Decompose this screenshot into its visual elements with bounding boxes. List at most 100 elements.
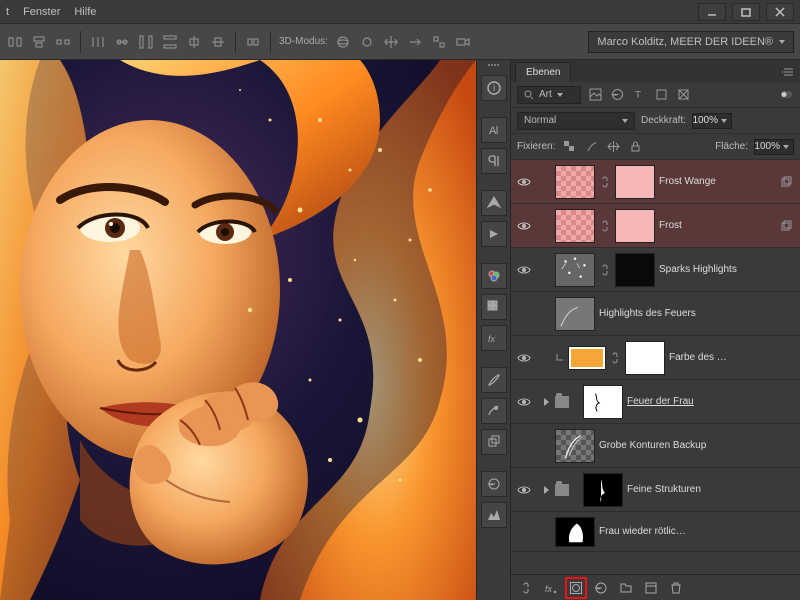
mask-thumbnail[interactable] <box>583 473 623 507</box>
distribute-icon[interactable] <box>209 33 227 51</box>
add-mask-icon[interactable] <box>567 579 585 597</box>
new-adjustment-icon[interactable] <box>592 579 610 597</box>
lock-position-icon[interactable] <box>605 139 621 155</box>
clone-source-panel-icon[interactable] <box>481 429 507 455</box>
mask-thumbnail[interactable] <box>555 517 595 547</box>
link-layers-icon[interactable] <box>517 579 535 597</box>
layer-name[interactable]: Highlights des Feuers <box>599 308 794 319</box>
3d-pan-icon[interactable] <box>382 33 400 51</box>
lock-pixels-icon[interactable] <box>583 139 599 155</box>
brush-presets-panel-icon[interactable] <box>481 398 507 424</box>
mask-link-icon[interactable] <box>599 263 611 277</box>
distribute-icon[interactable] <box>89 33 107 51</box>
distribute-icon[interactable] <box>137 33 155 51</box>
expand-arrow[interactable] <box>541 486 551 494</box>
distribute-icon[interactable] <box>161 33 179 51</box>
layer-name[interactable]: Grobe Konturen Backup <box>599 440 794 451</box>
layer-name[interactable]: Feine Strukturen <box>627 484 794 495</box>
layer-row[interactable]: Frost <box>511 204 800 248</box>
paragraph-panel-icon[interactable] <box>481 148 507 174</box>
mask-thumbnail[interactable] <box>625 341 665 375</box>
expand-arrow[interactable] <box>541 398 551 406</box>
histogram-panel-icon[interactable] <box>481 502 507 528</box>
layer-row[interactable]: Feine Strukturen <box>511 468 800 512</box>
character-panel-icon[interactable]: A <box>481 117 507 143</box>
panel-strip-grip[interactable] <box>480 64 508 70</box>
panel-tab-layers[interactable]: Ebenen <box>515 62 571 82</box>
adjustments-panel-icon[interactable] <box>481 471 507 497</box>
brush-panel-icon[interactable] <box>481 367 507 393</box>
layer-thumbnail[interactable] <box>555 209 595 243</box>
layer-thumbnail[interactable] <box>555 253 595 287</box>
layer-thumbnail[interactable] <box>555 165 595 199</box>
mask-link-icon[interactable] <box>609 351 621 365</box>
layer-row[interactable]: Frost Wange <box>511 160 800 204</box>
3d-camera-icon[interactable] <box>454 33 472 51</box>
layer-row[interactable]: Frau wieder rötlic… <box>511 512 800 552</box>
mask-thumbnail[interactable] <box>615 209 655 243</box>
mask-thumbnail[interactable] <box>583 385 623 419</box>
visibility-toggle[interactable] <box>511 353 537 363</box>
styles-panel-icon[interactable]: fx <box>481 325 507 351</box>
layer-name[interactable]: Frost <box>659 220 776 231</box>
distribute-icon[interactable] <box>113 33 131 51</box>
color-panel-icon[interactable] <box>481 263 507 289</box>
layer-thumbnail[interactable] <box>555 429 595 463</box>
swatches-panel-icon[interactable] <box>481 294 507 320</box>
delete-layer-icon[interactable] <box>667 579 685 597</box>
visibility-toggle[interactable] <box>511 177 537 187</box>
align-icon[interactable] <box>30 33 48 51</box>
visibility-toggle[interactable] <box>511 397 537 407</box>
filter-toggle-switch[interactable] <box>778 87 794 103</box>
3d-roll-icon[interactable] <box>358 33 376 51</box>
layer-row[interactable]: Feuer der Frau <box>511 380 800 424</box>
filter-type-icon[interactable]: T <box>631 87 647 103</box>
fill-thumbnail[interactable] <box>569 347 605 369</box>
layer-name[interactable]: Feuer der Frau <box>627 396 794 407</box>
new-group-icon[interactable] <box>617 579 635 597</box>
layer-name[interactable]: Farbe des … <box>669 352 794 363</box>
layer-name[interactable]: Frost Wange <box>659 176 776 187</box>
visibility-toggle[interactable] <box>511 265 537 275</box>
mask-thumbnail[interactable] <box>615 253 655 287</box>
3d-scale-icon[interactable] <box>430 33 448 51</box>
document-canvas[interactable] <box>0 60 476 600</box>
window-maximize-button[interactable] <box>732 3 760 21</box>
opacity-field[interactable]: 100% <box>692 113 732 129</box>
info-panel-icon[interactable]: i <box>481 75 507 101</box>
layer-row[interactable]: Farbe des … <box>511 336 800 380</box>
workspace-dropdown[interactable]: Marco Kolditz, MEER DER IDEEN® <box>588 31 794 53</box>
mask-link-icon[interactable] <box>599 175 611 189</box>
visibility-toggle[interactable] <box>511 485 537 495</box>
3d-slide-icon[interactable] <box>406 33 424 51</box>
filter-adjust-icon[interactable] <box>609 87 625 103</box>
layer-fx-icon[interactable]: fx <box>542 579 560 597</box>
layer-row[interactable]: Grobe Konturen Backup <box>511 424 800 468</box>
mask-thumbnail[interactable] <box>615 165 655 199</box>
layer-row[interactable]: Sparks Highlights <box>511 248 800 292</box>
distribute-icon[interactable] <box>185 33 203 51</box>
fill-field[interactable]: 100% <box>754 139 794 155</box>
window-minimize-button[interactable] <box>698 3 726 21</box>
align-icon[interactable] <box>6 33 24 51</box>
panel-menu-icon[interactable] <box>780 64 796 80</box>
menu-item[interactable]: t <box>6 6 9 18</box>
actions-panel-icon[interactable] <box>481 221 507 247</box>
align-icon[interactable] <box>54 33 72 51</box>
layer-row[interactable]: Highlights des Feuers <box>511 292 800 336</box>
layer-thumbnail[interactable] <box>555 297 595 331</box>
navigator-panel-icon[interactable] <box>481 190 507 216</box>
3d-orbit-icon[interactable] <box>334 33 352 51</box>
filter-smart-icon[interactable] <box>675 87 691 103</box>
blend-mode-dropdown[interactable]: Normal <box>517 112 635 130</box>
mask-link-icon[interactable] <box>599 219 611 233</box>
menu-item-window[interactable]: Fenster <box>23 6 60 18</box>
layer-filter-type-dropdown[interactable]: Art <box>517 86 581 104</box>
auto-align-icon[interactable] <box>244 33 262 51</box>
layer-name[interactable]: Sparks Highlights <box>659 264 794 275</box>
layer-name[interactable]: Frau wieder rötlic… <box>599 526 794 537</box>
filter-shape-icon[interactable] <box>653 87 669 103</box>
menu-item-help[interactable]: Hilfe <box>74 6 96 18</box>
window-close-button[interactable] <box>766 3 794 21</box>
new-layer-icon[interactable] <box>642 579 660 597</box>
